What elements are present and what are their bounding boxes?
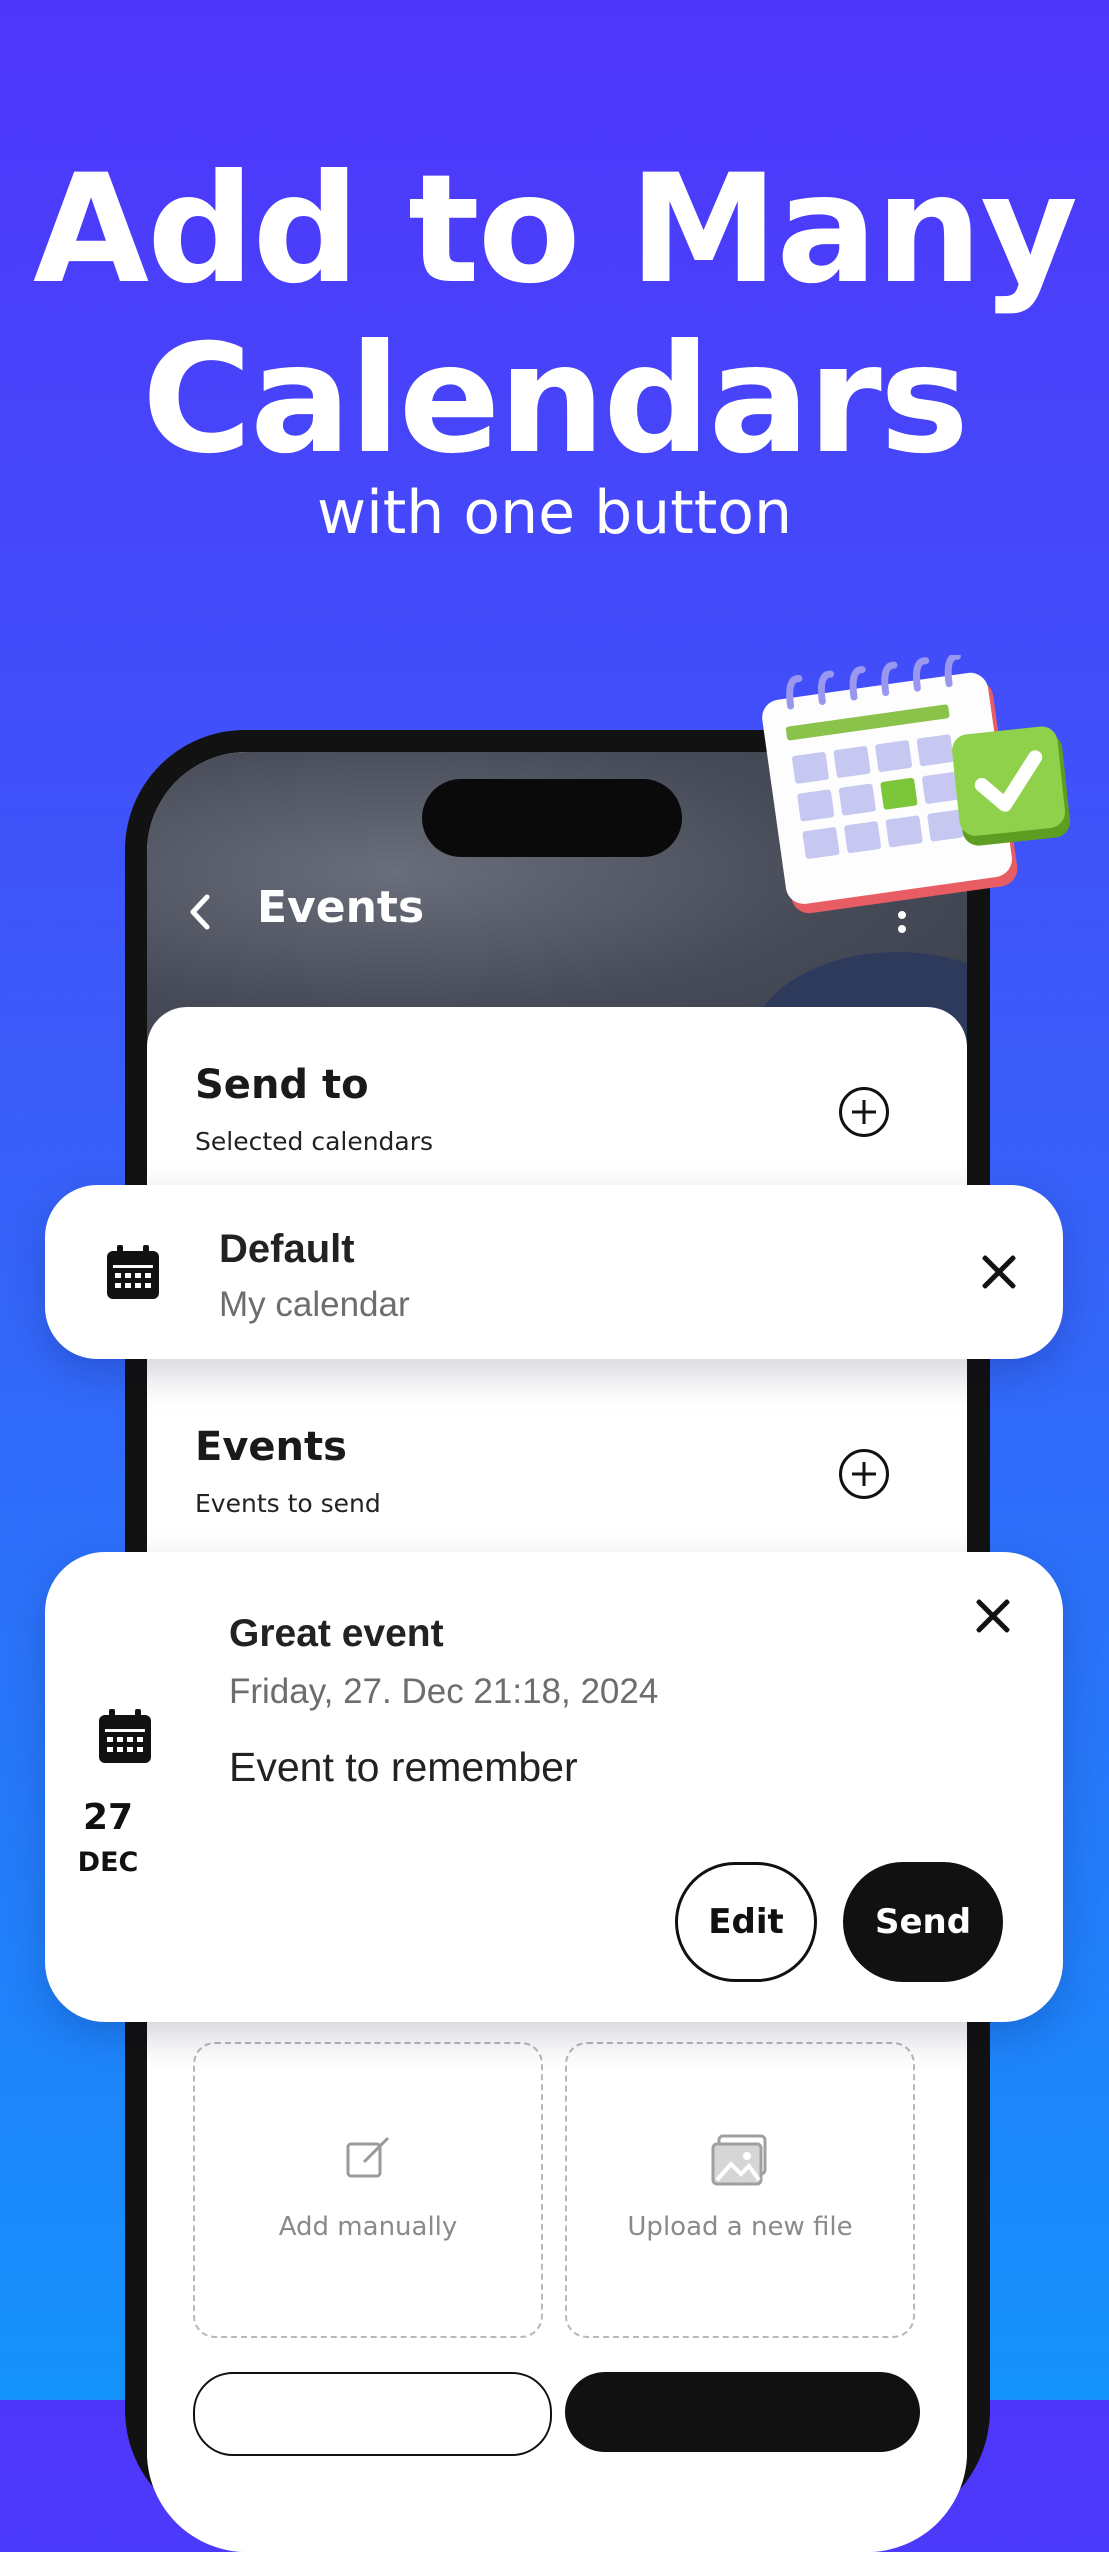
send-to-title: Send to: [195, 1062, 369, 1108]
upload-file-tile[interactable]: Upload a new file: [565, 2042, 915, 2338]
calendar-icon: [99, 1709, 151, 1763]
send-to-subtitle: Selected calendars: [195, 1127, 434, 1156]
add-manually-tile[interactable]: Add manually: [193, 2042, 543, 2338]
bottom-secondary-button[interactable]: [193, 2372, 552, 2456]
add-manually-label: Add manually: [278, 2212, 458, 2242]
selected-calendar-card[interactable]: Default My calendar: [45, 1185, 1063, 1359]
event-description: Event to remember: [229, 1744, 578, 1790]
image-icon: [711, 2134, 767, 2186]
calendar-account: My calendar: [219, 1285, 410, 1324]
dynamic-island: [422, 779, 682, 857]
remove-calendar-button[interactable]: [977, 1250, 1021, 1294]
bottom-primary-button[interactable]: [565, 2372, 920, 2452]
calendar-icon: [107, 1245, 159, 1299]
event-card[interactable]: 27 DEC Great event Friday, 27. Dec 21:18…: [45, 1552, 1063, 2022]
event-day: 27: [82, 1797, 134, 1838]
event-month: DEC: [77, 1847, 139, 1878]
event-datetime: Friday, 27. Dec 21:18, 2024: [229, 1672, 659, 1711]
events-section-subtitle: Events to send: [195, 1489, 381, 1518]
events-section-title: Events: [195, 1424, 347, 1470]
chevron-left-icon: [190, 894, 210, 930]
subheadline: with one button: [317, 478, 792, 548]
headline-line-1: Add to Many: [32, 143, 1078, 317]
upload-file-label: Upload a new file: [627, 2212, 853, 2242]
add-event-button[interactable]: [839, 1449, 889, 1499]
calendar-name: Default: [219, 1227, 355, 1271]
headline-line-2: Calendars: [141, 313, 969, 487]
add-calendar-button[interactable]: [839, 1087, 889, 1137]
edit-event-button[interactable]: Edit: [675, 1862, 817, 1982]
back-button[interactable]: [185, 887, 225, 937]
remove-event-button[interactable]: [971, 1594, 1015, 1638]
edit-icon: [346, 2136, 390, 2178]
calendar-checkmark-illustration: [762, 655, 1070, 914]
send-event-button[interactable]: Send: [843, 1862, 1003, 1982]
screen-title: Events: [257, 882, 425, 933]
event-title: Great event: [229, 1612, 444, 1655]
